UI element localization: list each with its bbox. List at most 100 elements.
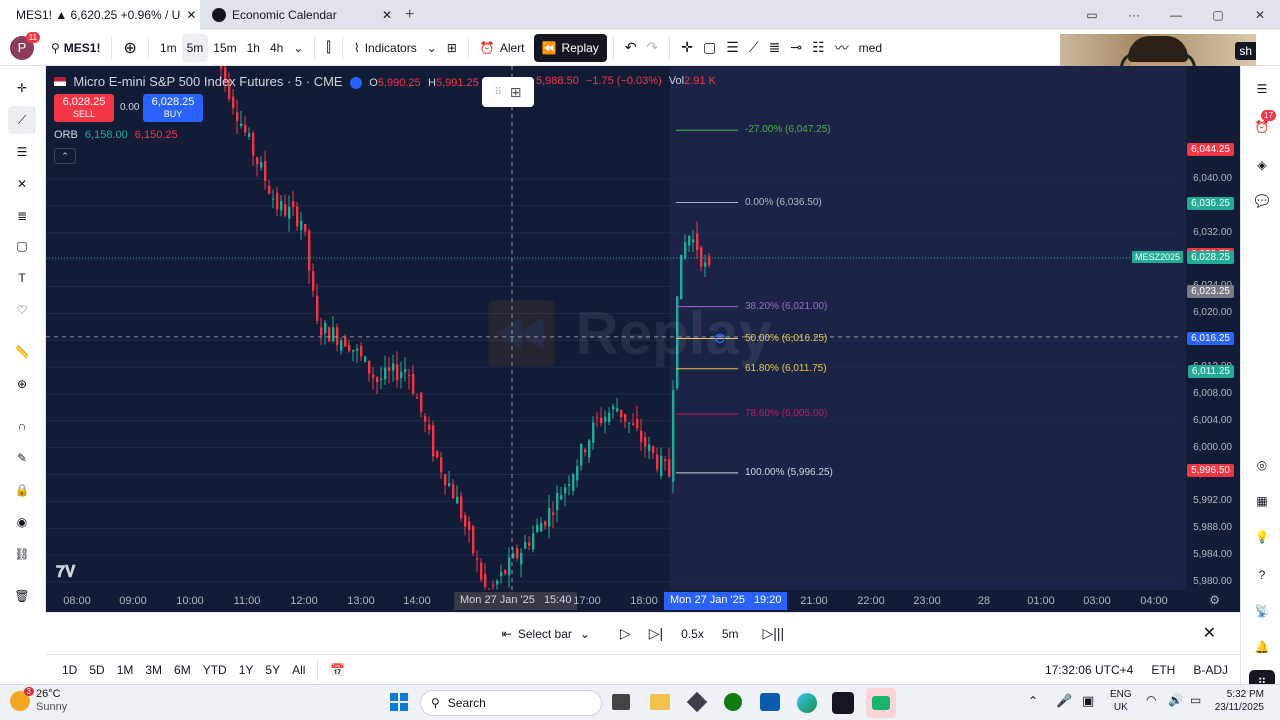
session-label[interactable]: ETH [1145,663,1181,677]
drag-handle-icon[interactable]: ⠿ [494,87,501,98]
range-5y[interactable]: 5Y [259,663,286,677]
publish-label[interactable]: sh [1235,42,1256,60]
replay-interval-button[interactable]: 5m [717,620,744,648]
bell-icon[interactable]: 🔔 [1249,634,1275,660]
adjustment-label[interactable]: B-ADJ [1187,663,1234,677]
avatar[interactable]: P 11 [10,31,40,60]
object-tree-icon[interactable]: ⊞ [510,84,522,101]
trash-icon[interactable]: 🗑 [8,582,36,610]
path-icon[interactable]: 〰 [830,34,854,62]
interval-1h[interactable]: 1h [242,34,265,62]
interval-15m[interactable]: 15m [208,34,241,62]
trendline-icon[interactable]: ⟋ [744,34,764,62]
recording-app-icon[interactable] [866,688,896,718]
app-cube-icon[interactable] [686,691,708,713]
time-axis[interactable]: Mon 27 Jan '25 15:40 Mon 27 Jan '25 19:2… [46,590,1240,612]
settings-icon[interactable]: ⚙ [1209,593,1220,607]
window-close-icon[interactable]: ✕ [1240,0,1280,30]
chart-type-icon[interactable]: ⫿ [321,34,335,62]
range-5d[interactable]: 5D [83,663,110,677]
heart-icon[interactable]: ♡ [8,296,36,324]
interval-5m[interactable]: 5m [181,33,209,62]
range-ytd[interactable]: YTD [197,663,233,677]
interval-1m[interactable]: 1m [155,34,182,62]
layers-icon[interactable]: ◈ [1249,152,1275,178]
pitchfork-icon[interactable]: ☷ [807,34,830,62]
chevron-down-icon[interactable]: ⌄ [422,34,442,62]
range-all[interactable]: All [286,663,311,677]
ideas-icon[interactable]: 💡 [1249,524,1275,550]
magnet-icon[interactable]: ∩ [8,412,36,440]
forecast-icon[interactable]: ≣ [8,202,36,230]
zoom-in-icon[interactable]: ⊕ [8,370,36,398]
link-icon[interactable]: ⛓ [8,540,36,568]
rectangle-icon[interactable]: ▢ [698,34,721,62]
collapse-legend-icon[interactable]: ⌃ [54,148,76,164]
indicators-button[interactable]: ⌇ Indicators [349,34,422,62]
pattern-icon[interactable]: ✕ [8,170,36,198]
range-1d[interactable]: 1D [56,663,83,677]
volume-icon[interactable]: 🔊 [1168,693,1183,707]
symbol-title[interactable]: Micro E-mini S&P 500 Index Futures · 5 ·… [73,74,342,89]
help-icon[interactable]: ? [1249,562,1275,588]
xbox-icon[interactable] [724,693,742,711]
play-icon[interactable]: ▷ [615,620,636,648]
undo-icon[interactable]: ↶ [620,34,642,62]
crosshair-icon[interactable]: ✛ [676,34,698,62]
range-1y[interactable]: 1Y [233,663,260,677]
eye-icon[interactable]: ◉ [8,508,36,536]
chevron-up-icon[interactable]: ⌃ [1028,694,1038,708]
trendline-icon[interactable]: ⟋ [8,106,36,134]
parallel-channel-icon[interactable]: ≣ [764,34,786,62]
edge-icon[interactable] [797,693,817,713]
symbol-search[interactable]: ⚲ MES1! [46,34,105,62]
templates-icon[interactable]: ⊞ [442,34,462,62]
lock-drawing-icon[interactable]: ✎ [8,444,36,472]
language-indicator[interactable]: ENG UK [1110,688,1132,714]
med-label[interactable]: med [854,34,887,62]
redo-icon[interactable]: ↷ [642,34,664,62]
lock-icon[interactable]: 🔒 [8,476,36,504]
horizontal-line-icon[interactable]: ⊸ [785,34,807,62]
buy-button[interactable]: 6,028.25 BUY [143,94,203,122]
maximize-icon[interactable]: ▢ [1198,0,1238,30]
close-icon[interactable]: ✕ [186,8,196,22]
range-1m[interactable]: 1M [111,663,140,677]
tab-mes[interactable]: MES1! ▲ 6,620.25 +0.96% / U ✕ [0,0,200,30]
replay-button[interactable]: ⏪ Replay [533,33,607,62]
crosshair-icon[interactable]: ✛ [8,74,36,102]
app-chart-icon[interactable] [760,693,780,711]
chart-pane[interactable]: ⏪ Replay Micro E-mini S&P 500 Index Futu… [46,66,1240,612]
task-view-icon[interactable] [612,694,630,710]
step-forward-icon[interactable]: ▷| [644,620,668,648]
chevron-down-icon[interactable]: ⌄ [288,34,308,62]
clock-label[interactable]: 17:32:06 UTC+4 [1039,663,1139,677]
more-icon[interactable]: ··· [1114,0,1154,30]
display-icon[interactable]: ▣ [1082,693,1094,709]
jump-to-realtime-icon[interactable]: ▷||| [758,620,790,648]
calendar-icon[interactable]: ▦ [1249,488,1275,514]
fib-retracement-icon[interactable]: ☰ [8,138,36,166]
compare-symbol-icon[interactable]: ⊕ [118,34,141,62]
range-6m[interactable]: 6M [168,663,197,677]
chat-icon[interactable]: 💬 [1249,188,1275,214]
close-icon[interactable]: ✕ [382,8,392,22]
microphone-icon[interactable]: 🎤 [1056,693,1072,709]
floating-toolbar[interactable]: ⠿ ⊞ [482,77,534,107]
tab-economic-calendar[interactable]: Economic Calendar ✕ [202,0,402,30]
taskbar-search[interactable]: ⚲ Search [420,690,602,716]
battery-icon[interactable]: ▭ [1190,693,1201,707]
layout-icon[interactable]: ▭ [1072,0,1112,30]
alert-button[interactable]: ⏰ Alert [475,34,530,62]
windows-start-icon[interactable] [390,693,408,711]
shape-icon[interactable]: ▢ [8,232,36,260]
wifi-icon[interactable]: ◠ [1146,693,1156,707]
text-icon[interactable]: T [8,264,36,292]
minimize-icon[interactable]: — [1156,0,1196,30]
ruler-icon[interactable]: 📏 [8,338,36,366]
fib-icon[interactable]: ☰ [721,34,744,62]
select-bar-button[interactable]: ⇤ Select bar ⌄ [497,620,595,648]
interval-4h[interactable]: 4h [265,34,288,62]
watchlist-icon[interactable]: ☰ [1249,76,1275,102]
system-clock[interactable]: 5:32 PM 23/11/2025 [1208,688,1264,714]
